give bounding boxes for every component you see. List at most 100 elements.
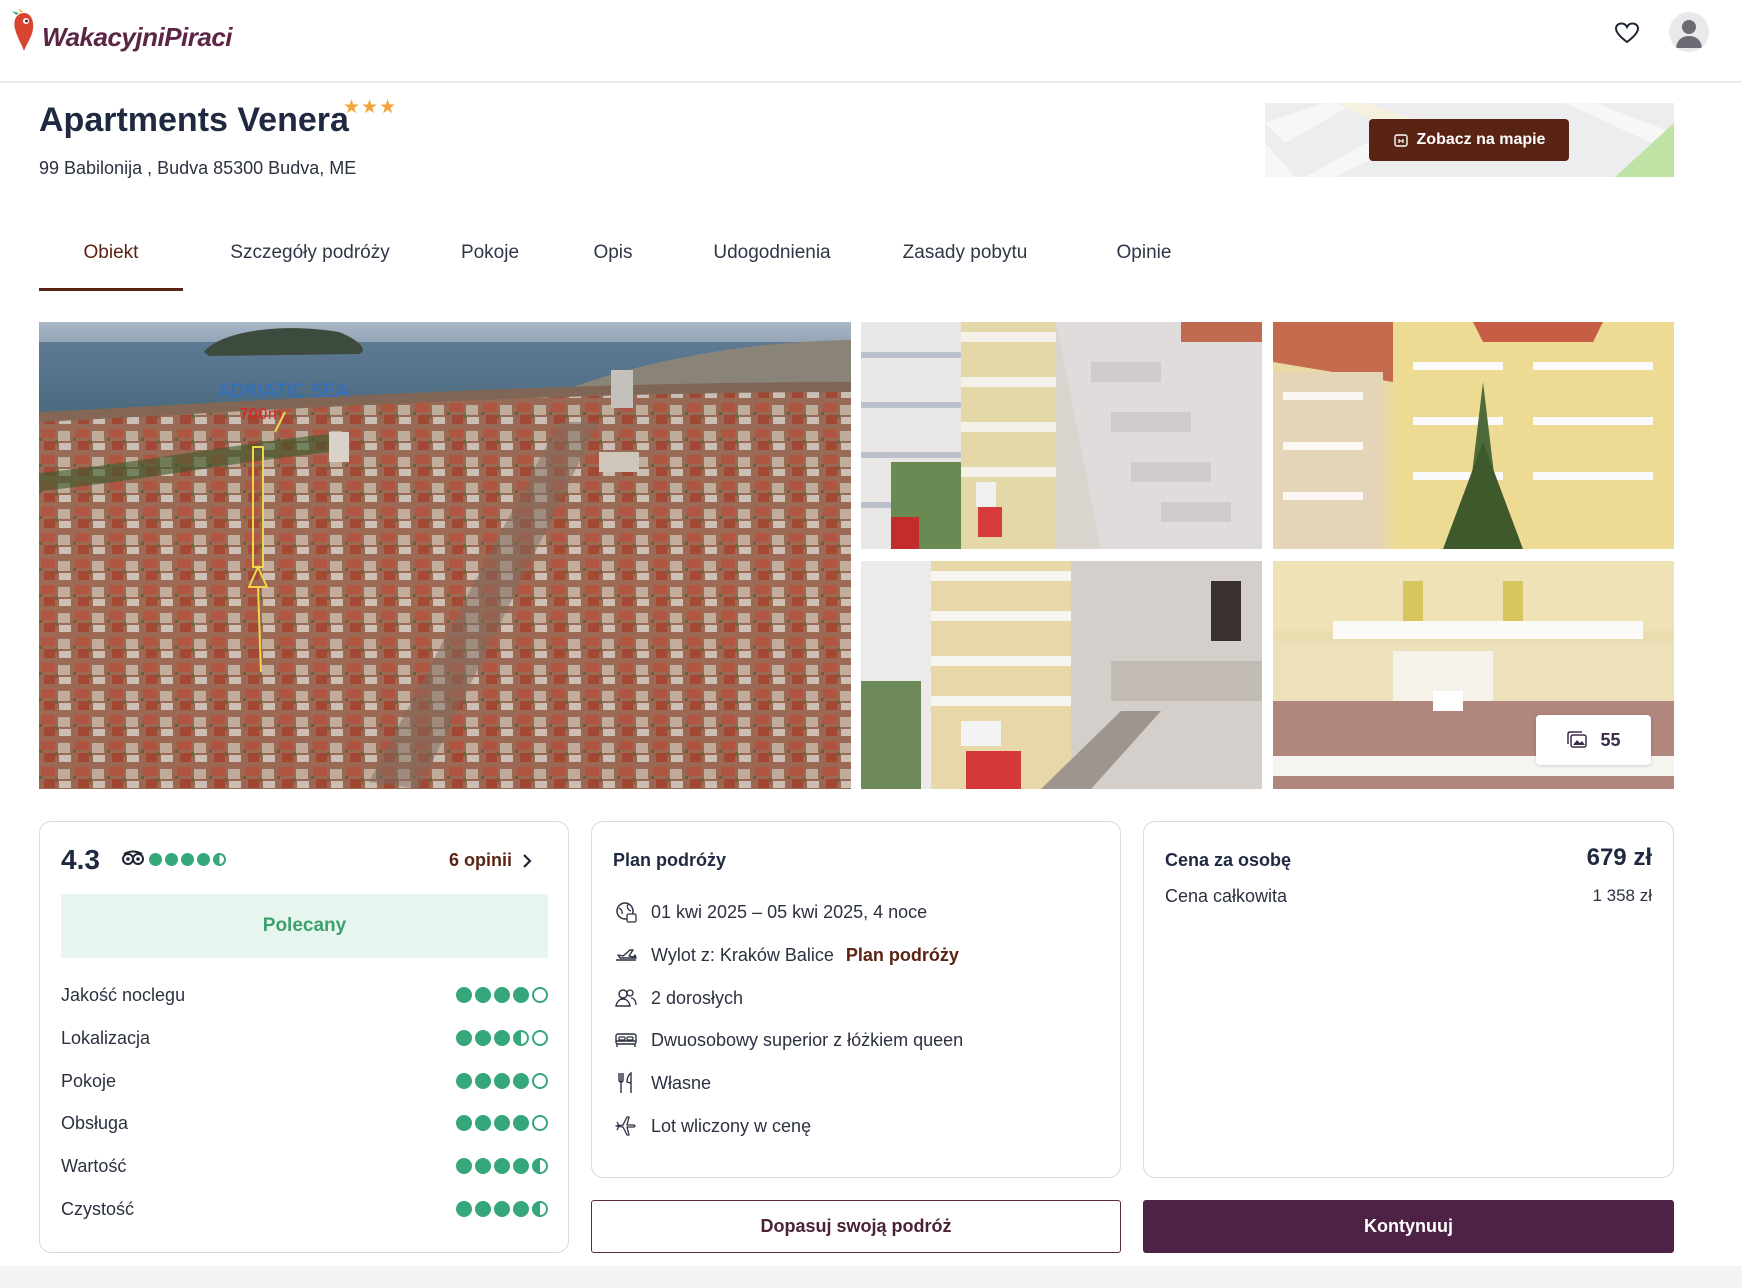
price-total-label: Cena całkowita bbox=[1165, 886, 1288, 906]
dot-full bbox=[513, 1201, 529, 1217]
tab-obiekt[interactable]: Obiekt bbox=[39, 236, 183, 291]
plan-details-link[interactable]: Plan podróży bbox=[846, 945, 959, 966]
plan-guests-row: 2 dorosłych bbox=[613, 984, 743, 1012]
user-icon bbox=[1676, 20, 1702, 48]
tab-label: Opinie bbox=[1116, 242, 1172, 263]
customize-trip-button[interactable]: Dopasuj swoją podróż bbox=[591, 1200, 1121, 1253]
tab-label: Zasady pobytu bbox=[902, 242, 1028, 263]
criterion-row: Lokalizacja bbox=[61, 1025, 548, 1051]
main-photo-aerial[interactable]: ADRIATIC SEA 700m bbox=[39, 322, 851, 789]
aerial-city-image: ADRIATIC SEA 700m bbox=[39, 322, 851, 789]
dot-full bbox=[456, 1030, 472, 1046]
dot-empty bbox=[532, 987, 548, 1003]
plan-dates: 01 kwi 2025 – 05 kwi 2025, 4 noce bbox=[651, 901, 928, 922]
price-per-person: 679 zł bbox=[1586, 844, 1652, 871]
criterion-dots bbox=[456, 1115, 548, 1131]
parrot-icon bbox=[12, 9, 34, 51]
tripadvisor-icon bbox=[122, 850, 144, 865]
page-bottom-strip bbox=[0, 1266, 1742, 1288]
map-pin-icon bbox=[1393, 134, 1408, 147]
tab-label: Pokoje bbox=[460, 242, 520, 263]
hotel-stars: ★★★ bbox=[343, 97, 398, 118]
dot-full bbox=[494, 1073, 510, 1089]
logo[interactable]: WakacyjniPiraci bbox=[10, 6, 233, 56]
airplane-icon bbox=[613, 1113, 639, 1139]
tab-udogodnienia[interactable]: Udogodnienia bbox=[683, 236, 861, 291]
hotel-address: 99 Babilonija , Budva 85300 Budva, ME bbox=[39, 158, 357, 178]
dot-half bbox=[532, 1158, 548, 1174]
tab-opis[interactable]: Opis bbox=[543, 236, 683, 291]
dot-full bbox=[456, 987, 472, 1003]
tab-pokoje[interactable]: Pokoje bbox=[437, 236, 543, 291]
trip-plan-title: Plan podróży bbox=[613, 850, 727, 870]
logo-text: WakacyjniPiraci bbox=[42, 21, 233, 52]
dot-full bbox=[475, 1030, 491, 1046]
main-photo-overlay-sea: ADRIATIC SEA bbox=[217, 380, 349, 402]
tab-zasady-pobytu[interactable]: Zasady pobytu bbox=[861, 236, 1069, 291]
criterion-label: Pokoje bbox=[61, 1070, 117, 1091]
criterion-dots bbox=[456, 1201, 548, 1217]
plan-board: Własne bbox=[651, 1072, 712, 1093]
dot-full bbox=[494, 1201, 510, 1217]
price-total: 1 358 zł bbox=[1592, 886, 1652, 905]
dot-full bbox=[513, 987, 529, 1003]
hotel-name: Apartments Venera bbox=[39, 101, 349, 139]
trip-plan-card: Plan podróży 01 kwi 2025 – 05 kwi 2025, … bbox=[591, 821, 1121, 1178]
criterion-label: Obsługa bbox=[61, 1112, 129, 1133]
dot-full bbox=[475, 1115, 491, 1131]
dot-empty bbox=[532, 1030, 548, 1046]
dot-full bbox=[475, 1201, 491, 1217]
dot-empty bbox=[532, 1073, 548, 1089]
tab-szczegoly-podrozy[interactable]: Szczegóły podróży bbox=[183, 236, 437, 291]
show-on-map-button[interactable]: Zobacz na mapie bbox=[1369, 119, 1569, 161]
reviews-link-label: 6 opinii bbox=[449, 850, 512, 870]
building-image bbox=[861, 561, 1262, 789]
reviews-link[interactable]: 6 opinii bbox=[449, 850, 532, 871]
continue-button[interactable]: Kontynuuj bbox=[1143, 1200, 1674, 1253]
tab-opinie[interactable]: Opinie bbox=[1069, 236, 1219, 291]
building-image bbox=[1273, 322, 1674, 549]
photo-building-parking[interactable] bbox=[861, 561, 1262, 789]
map-preview[interactable]: Zobacz na mapie bbox=[1265, 103, 1674, 177]
user-avatar[interactable] bbox=[1669, 12, 1709, 52]
criterion-dots bbox=[456, 1030, 548, 1046]
dot-full bbox=[513, 1158, 529, 1174]
tripadvisor-bubbles bbox=[149, 853, 226, 866]
users-icon bbox=[613, 985, 639, 1011]
photo-building-courtyard[interactable] bbox=[861, 322, 1262, 549]
dot-empty bbox=[532, 1115, 548, 1131]
dot-full bbox=[494, 987, 510, 1003]
dot-full bbox=[456, 1158, 472, 1174]
criterion-row: Jakość noclegu bbox=[61, 982, 548, 1008]
heart-icon bbox=[1615, 22, 1639, 44]
building-image bbox=[861, 322, 1262, 549]
photo-count-button[interactable]: 55 bbox=[1536, 715, 1651, 765]
criterion-label: Wartość bbox=[61, 1155, 127, 1176]
dot-full bbox=[475, 1073, 491, 1089]
dot-full bbox=[513, 1073, 529, 1089]
photo-building-yellow[interactable] bbox=[1273, 322, 1674, 549]
plan-dates-row: 01 kwi 2025 – 05 kwi 2025, 4 noce bbox=[613, 898, 927, 926]
dot-half bbox=[513, 1030, 529, 1046]
favorite-button[interactable] bbox=[1610, 16, 1644, 50]
plan-board-row: Własne bbox=[613, 1069, 711, 1097]
tab-label: Obiekt bbox=[83, 242, 139, 263]
dot-full bbox=[475, 987, 491, 1003]
rating-score: 4.3 bbox=[61, 844, 100, 875]
bubble-full bbox=[149, 853, 162, 866]
continue-label: Kontynuuj bbox=[1364, 1216, 1453, 1236]
criterion-row: Obsługa bbox=[61, 1110, 548, 1136]
main-photo-overlay-distance: 700m bbox=[239, 405, 282, 423]
plane-departure-icon bbox=[613, 942, 639, 968]
recommended-badge: Polecany bbox=[61, 894, 548, 958]
calendar-globe-icon bbox=[613, 899, 639, 925]
plan-guests: 2 dorosłych bbox=[651, 987, 744, 1008]
price-card: Cena za osobę 679 zł Cena całkowita 1 35… bbox=[1143, 821, 1674, 1178]
plan-flight: Lot wliczony w cenę bbox=[651, 1115, 812, 1136]
section-tabs: Obiekt Szczegóły podróży Pokoje Opis Udo… bbox=[39, 236, 1219, 291]
criterion-dots bbox=[456, 1158, 548, 1174]
tab-label: Opis bbox=[593, 242, 633, 263]
site-header: WakacyjniPiraci bbox=[0, 0, 1742, 83]
dot-full bbox=[494, 1158, 510, 1174]
gallery-icon bbox=[1567, 731, 1588, 748]
